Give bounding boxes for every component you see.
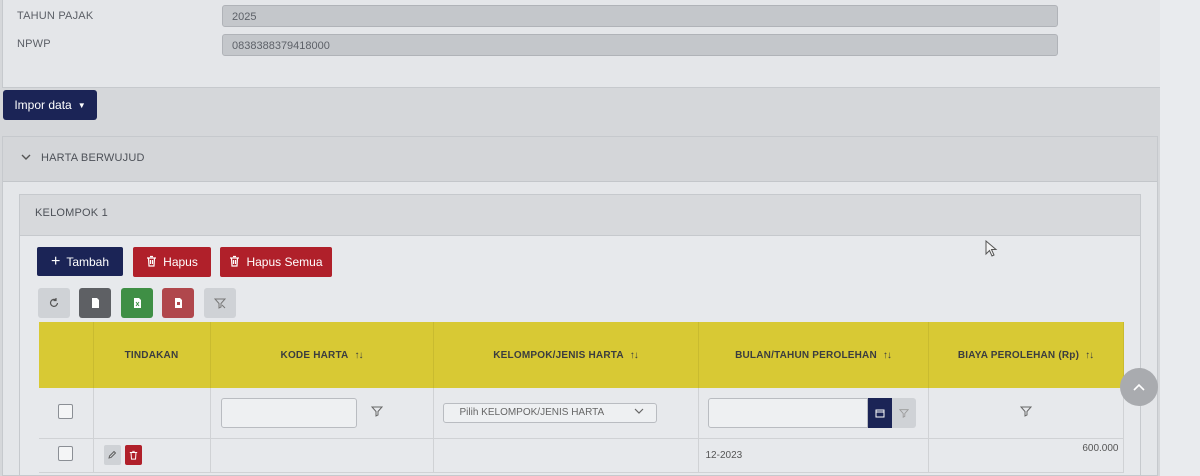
sort-icon[interactable]: ↑↓ [883, 350, 892, 361]
calendar-icon [875, 409, 884, 418]
column-label: BIAYA PEROLEHAN (Rp) [957, 349, 1080, 361]
column-label: TINDAKAN [124, 349, 179, 361]
export-pdf-button[interactable] [162, 288, 194, 318]
column-label: KELOMPOK/JENIS HARTA [493, 349, 624, 361]
import-data-label: Impor data [14, 98, 72, 112]
trash-icon [229, 255, 240, 270]
edit-button[interactable] [103, 445, 121, 465]
delete-row-button[interactable] [124, 445, 142, 465]
export-excel-button[interactable] [121, 288, 153, 318]
kelompok-header [20, 195, 1140, 236]
caret-down-icon: ▼ [77, 100, 86, 110]
sort-icon[interactable]: ↑↓ [630, 350, 639, 361]
filter-clear-icon [214, 298, 226, 309]
column-header-bulan-tahun[interactable]: BULAN/TAHUN PEROLEHAN ↑↓ [698, 322, 929, 388]
filter-icon [898, 409, 909, 418]
sort-icon[interactable]: ↑↓ [1085, 350, 1094, 361]
hapus-semua-label: Hapus Semua [246, 255, 323, 269]
npwp-label: NPWP [17, 38, 51, 50]
scroll-top-button[interactable] [1120, 368, 1158, 406]
trash-icon [146, 255, 157, 270]
column-header-kode-harta[interactable]: KODE HARTA ↑↓ [210, 322, 434, 388]
trash-icon [129, 450, 137, 460]
section-title: HARTA BERWUJUD [41, 152, 145, 164]
column-label: KODE HARTA [280, 349, 349, 361]
kelompok-filter-select[interactable]: Pilih KELOMPOK/JENIS HARTA [442, 402, 657, 423]
file-icon [91, 298, 99, 308]
kode-harta-cell [210, 438, 434, 473]
filter-icon[interactable] [1019, 406, 1032, 420]
column-header-biaya[interactable]: BIAYA PEROLEHAN (Rp) ↑↓ [928, 322, 1124, 388]
column-label: BULAN/TAHUN PEROLEHAN [735, 349, 877, 361]
column-header-tindakan: TINDAKAN [93, 322, 211, 388]
harta-berwujud-header[interactable] [3, 137, 1157, 182]
right-margin [1160, 0, 1200, 476]
calendar-button[interactable] [867, 397, 892, 428]
filter-row: Pilih KELOMPOK/JENIS HARTA [39, 388, 1124, 439]
chevron-down-icon[interactable] [20, 150, 32, 168]
chevron-down-icon [634, 407, 644, 418]
clear-filter-button[interactable] [204, 288, 236, 318]
tahun-pajak-label: TAHUN PAJAK [17, 10, 94, 22]
sort-icon[interactable]: ↑↓ [354, 350, 363, 361]
tambah-label: Tambah [66, 254, 110, 269]
kode-harta-filter-input[interactable] [220, 397, 357, 428]
date-filter-button[interactable] [891, 397, 916, 428]
chevron-up-icon [1133, 383, 1145, 391]
tahun-pajak-field[interactable]: 2025 [222, 5, 1058, 27]
export-file-button[interactable] [79, 288, 111, 318]
table-row: 12-2023 600.000 [39, 438, 1124, 473]
hapus-button[interactable]: Hapus [133, 247, 211, 277]
harta-table: TINDAKAN KODE HARTA ↑↓ KELOMPOK/JENIS HAR… [39, 322, 1124, 473]
npwp-field[interactable]: 0838388379418000 [222, 34, 1058, 56]
hapus-semua-button[interactable]: Hapus Semua [220, 247, 332, 277]
select-all-header [39, 322, 94, 388]
pdf-file-icon [174, 298, 182, 308]
plus-icon: + [50, 252, 61, 270]
biaya-cell: 600.000 [928, 438, 1124, 473]
mouse-cursor-icon [985, 239, 999, 263]
import-data-button[interactable]: Impor data ▼ [3, 90, 97, 120]
select-placeholder: Pilih KELOMPOK/JENIS HARTA [459, 407, 605, 419]
bulan-tahun-filter-input[interactable] [707, 397, 868, 428]
refresh-button[interactable] [38, 288, 70, 318]
tambah-button[interactable]: + Tambah [37, 247, 123, 276]
refresh-icon [49, 298, 59, 307]
bulan-tahun-cell: 12-2023 [698, 438, 929, 473]
hapus-label: Hapus [163, 255, 198, 269]
column-header-kelompok[interactable]: KELOMPOK/JENIS HARTA ↑↓ [433, 322, 699, 388]
table-header-row: TINDAKAN KODE HARTA ↑↓ KELOMPOK/JENIS HAR… [39, 322, 1124, 388]
pencil-icon [108, 450, 117, 459]
filter-icon[interactable] [370, 405, 383, 420]
group-title: KELOMPOK 1 [35, 207, 108, 219]
row-checkbox[interactable] [58, 446, 74, 461]
kelompok-cell [433, 438, 699, 473]
select-all-checkbox[interactable] [58, 403, 74, 419]
excel-file-icon [133, 298, 141, 308]
